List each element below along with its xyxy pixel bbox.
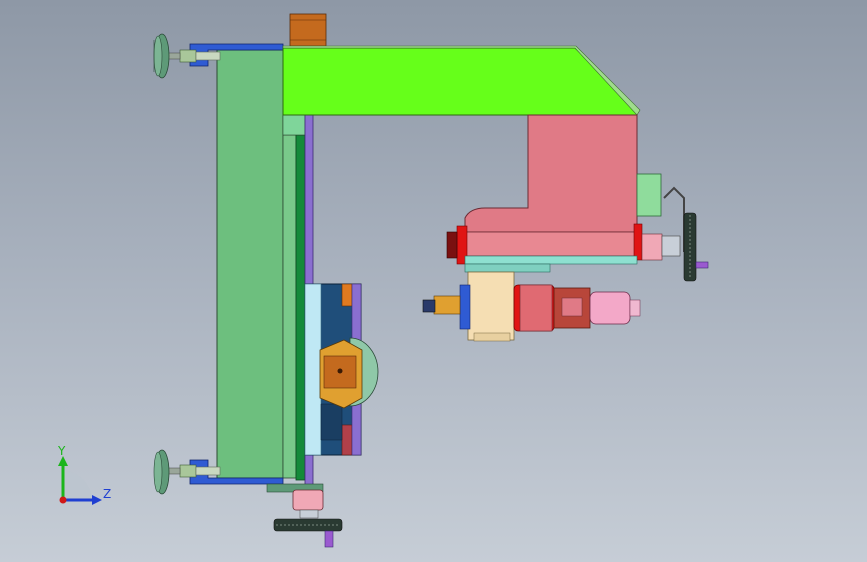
z-axis-label: Z (103, 487, 111, 501)
x-axis-dot (59, 496, 67, 504)
z-axis-arrow (92, 495, 102, 505)
y-axis-label: Y (57, 444, 66, 458)
motor-block[interactable] (289, 13, 327, 47)
triad-fan (63, 470, 93, 500)
c-frame-arm[interactable] (282, 45, 641, 116)
handwheel-bottom[interactable] (266, 483, 343, 548)
lower-spindle-unit[interactable] (422, 271, 641, 342)
orientation-triad[interactable]: Y Z (57, 444, 111, 505)
cross-slide[interactable] (319, 337, 379, 409)
spindle-head[interactable] (446, 114, 662, 273)
cad-viewport[interactable]: Y Z (0, 0, 867, 562)
